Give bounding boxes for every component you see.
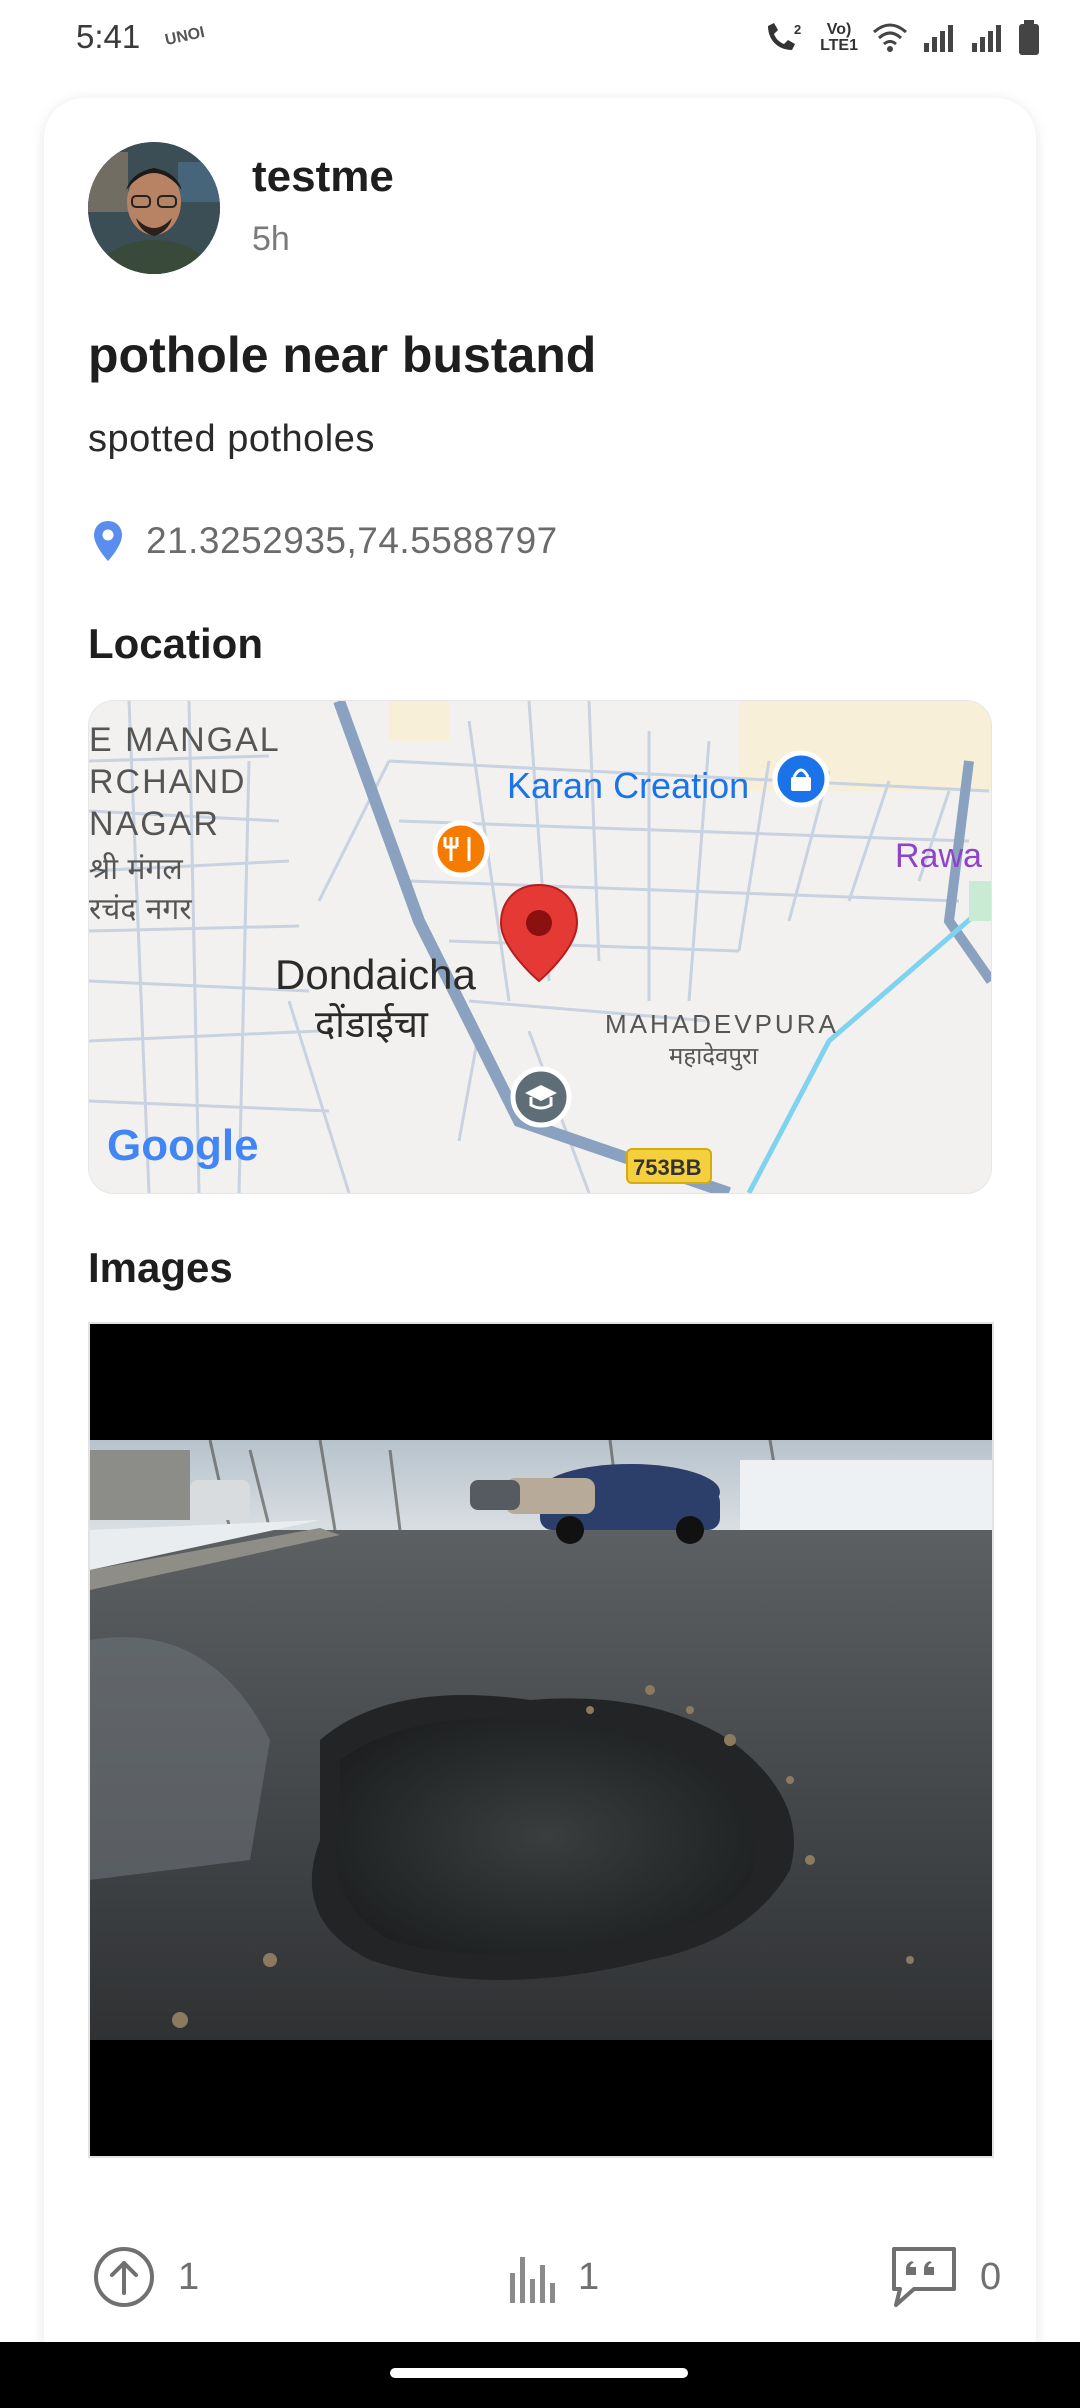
bar-chart-icon (510, 2257, 555, 2303)
map-label-mangal-hi-1: श्री मंगल (89, 852, 183, 887)
avatar-photo (88, 142, 220, 274)
map-label-district: MAHADEVPURA (605, 1009, 839, 1039)
post-title: pothole near bustand (88, 327, 597, 383)
upvote-action[interactable]: 1 (92, 2242, 199, 2312)
map-label-city-hi: दोंडाईचा (315, 1002, 428, 1046)
upvote-count: 1 (178, 2255, 200, 2298)
signal-bars-icon (924, 25, 953, 52)
volte-icon: Vo) LTE1 (820, 22, 858, 54)
post-time: 5h (252, 220, 290, 258)
wifi-icon (873, 23, 907, 52)
stats-count: 1 (578, 2255, 600, 2298)
comment-count: 0 (980, 2255, 1002, 2298)
svg-text:2: 2 (794, 22, 801, 37)
map-label-mangal-2: RCHAND (89, 763, 247, 801)
map-road-badge: 753BB (633, 1155, 702, 1180)
post-description: spotted potholes (88, 418, 375, 460)
battery-icon (1019, 20, 1039, 55)
map-label-district-hi: महादेवपुरा (669, 1042, 759, 1070)
map-label-mangal-3: NAGAR (89, 805, 220, 843)
signal-bars-icon (972, 25, 1001, 52)
carrier-badge: UNOI (163, 24, 207, 49)
images-heading: Images (88, 1244, 233, 1291)
pothole-photo (90, 1440, 992, 2040)
coordinates-text: 21.3252935,74.5588797 (146, 520, 558, 561)
comment-quote-icon (892, 2247, 956, 2307)
volte-label: Vo) (826, 21, 852, 38)
map-label-city: Dondaicha (275, 951, 476, 998)
location-map[interactable]: E MANGAL RCHAND NAGAR श्री मंगल रचंद नगर… (88, 700, 992, 1194)
home-gesture-bar[interactable] (390, 2368, 688, 2378)
user-name[interactable]: testme (252, 152, 394, 202)
map-label-mangal-1: E MANGAL (89, 721, 281, 759)
status-bar: 5:41 UNOI 2 Vo) LTE1 (0, 0, 1080, 80)
location-pin-icon (94, 521, 122, 561)
comment-action[interactable]: 0 (890, 2242, 1001, 2312)
map-label-mangal-hi-2: रचंद नगर (89, 892, 192, 927)
google-logo: Google (107, 1121, 259, 1170)
map-label-rawal: Rawa (895, 837, 982, 875)
upvote-arrow-icon (94, 2247, 154, 2307)
status-time: 5:41 (76, 18, 141, 55)
status-icons: 2 Vo) LTE1 (762, 18, 1040, 58)
map-label-poi[interactable]: Karan Creation (507, 765, 749, 807)
stats-action[interactable]: 1 (506, 2242, 599, 2312)
post-image[interactable] (88, 1322, 994, 2158)
call-signal-icon: 2 (768, 22, 801, 50)
lte-label: LTE1 (820, 37, 858, 54)
location-coordinates: 21.3252935,74.5588797 (92, 516, 558, 566)
location-heading: Location (88, 620, 263, 667)
user-avatar[interactable] (88, 142, 220, 274)
